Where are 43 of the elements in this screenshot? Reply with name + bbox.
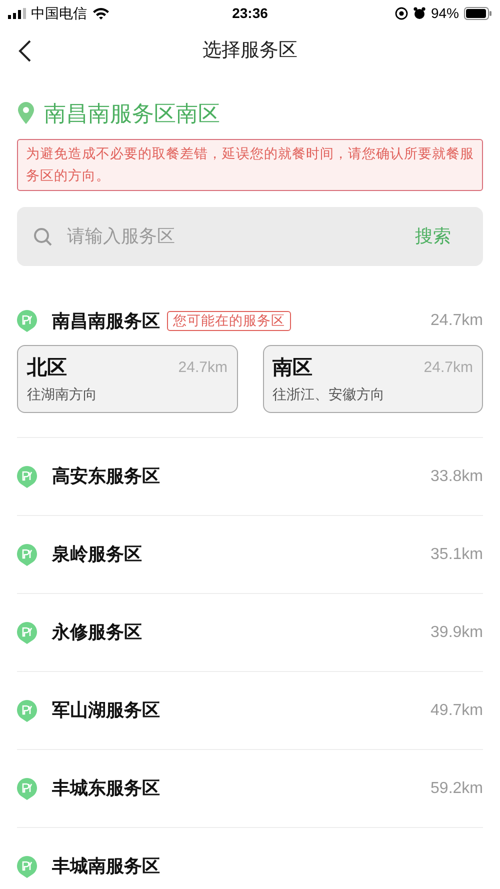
back-icon[interactable] [18,39,32,63]
search-icon [33,226,53,246]
service-area-name[interactable]: 永修服务区 [52,619,142,646]
zone-name: 南区 [272,356,312,381]
clock-time: 23:36 [232,4,268,22]
distance-text: 49.7km [430,700,483,720]
distance-text: 59.2km [430,778,483,798]
zone-card[interactable]: 南区 24.7km 往浙江、安徽方向 [262,345,483,413]
service-area-name[interactable]: 丰城南服务区 [52,853,160,880]
service-area-pin-icon [17,310,37,332]
service-area-name[interactable]: 南昌南服务区 [52,308,160,334]
zone-distance: 24.7km [424,358,473,378]
service-area-pin-icon [17,544,37,566]
zone-card[interactable]: 北区 24.7km 往湖南方向 [17,345,238,413]
battery-icon [464,6,492,20]
battery-percent: 94% [430,4,459,22]
service-area-name[interactable]: 泉岭服务区 [52,541,142,568]
service-area-pin-icon [17,700,37,722]
distance-text: 33.8km [430,466,483,486]
alarm-icon [412,6,426,20]
service-area-pin-icon [17,466,37,488]
zone-direction: 往浙江、安徽方向 [272,385,386,404]
location-pin-icon [18,102,34,124]
warning-notice: 为避免造成不必要的取餐差错，延误您的就餐时间，请您确认所要就餐服务区的方向。 [17,139,483,191]
rotation-lock-icon [394,6,408,20]
carrier-name: 中国电信 [31,4,87,22]
zone-name: 北区 [27,356,67,381]
zone-distance: 24.7km [178,358,228,378]
current-service-area: 南昌南服务区南区 [44,96,220,130]
location-tag: 您可能在的服务区 [167,311,291,331]
wifi-icon [92,6,110,20]
zone-direction: 往湖南方向 [27,385,98,404]
service-area-pin-icon [17,856,37,878]
service-area-name[interactable]: 丰城东服务区 [52,775,160,802]
service-area-pin-icon [17,622,37,644]
service-area-name[interactable]: 高安东服务区 [52,463,160,490]
service-area-name[interactable]: 军山湖服务区 [52,697,160,724]
distance-text: 39.9km [430,622,483,642]
distance-text: 24.7km [430,311,483,331]
service-area-pin-icon [17,778,37,800]
page-title: 选择服务区 [202,38,298,63]
signal-icon [8,8,26,18]
distance-text: 35.1km [430,544,483,564]
